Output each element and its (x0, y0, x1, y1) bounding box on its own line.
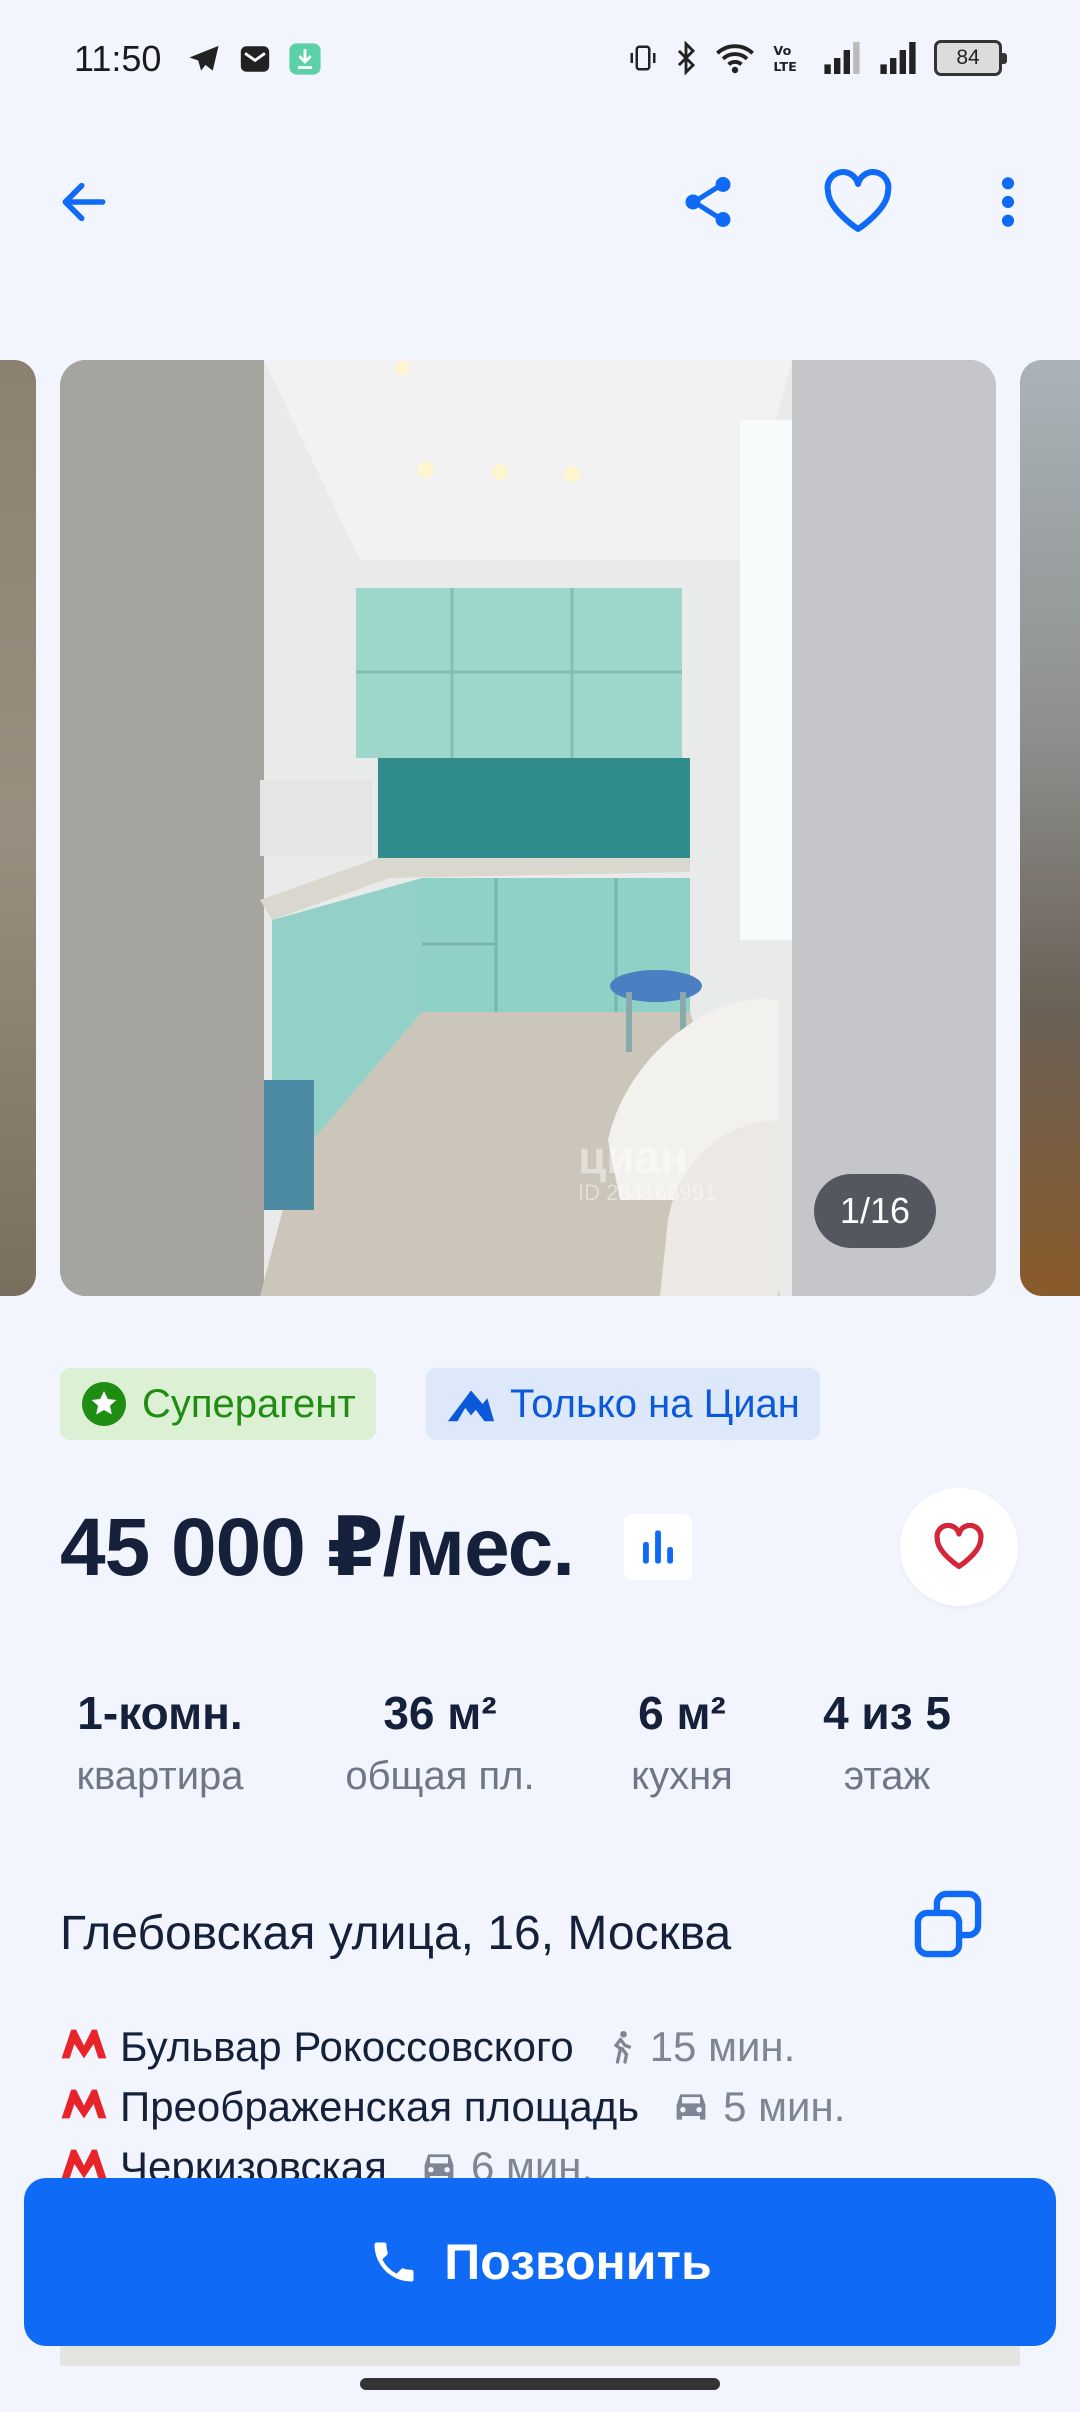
bluetooth-icon (677, 41, 696, 75)
metro-time: 15 мин. (649, 2023, 796, 2070)
share-icon (685, 177, 731, 227)
superagent-badge[interactable]: Суперагент (60, 1368, 376, 1440)
stat-value: 36 м² (383, 1687, 497, 1739)
superagent-label: Суперагент (142, 1381, 356, 1426)
stat-floor: 4 из 5 этаж (800, 1686, 974, 1799)
telegram-icon (189, 45, 219, 71)
mail-icon (240, 46, 270, 72)
status-time: 11:50 (74, 38, 162, 79)
back-arrow-icon (62, 182, 106, 222)
photo-gallery[interactable]: циан ID 284166991 1/16 (0, 360, 1080, 1296)
watermark-id: ID 284166991 (578, 1180, 717, 1205)
status-right-icons: Vo LTE 84 (628, 40, 1007, 76)
stat-kitchen-area: 6 м² кухня (600, 1686, 764, 1799)
back-button[interactable] (48, 166, 120, 238)
metro-station: Бульвар Рокоссовского (120, 2023, 574, 2070)
signal-icon (824, 42, 860, 74)
stat-label: этаж (843, 1754, 931, 1798)
battery-indicator: 84 (934, 40, 1007, 76)
metro-time: 5 мин. (723, 2083, 846, 2130)
favorite-button[interactable] (822, 166, 894, 238)
heart-outline-icon (824, 169, 892, 232)
kitchen-illustration (60, 360, 996, 1296)
only-cian-badge[interactable]: Только на Циан (426, 1368, 820, 1440)
svg-text:LTE: LTE (773, 60, 796, 75)
walk-icon (604, 2027, 640, 2067)
stat-label: квартира (76, 1754, 244, 1798)
copy-icon (914, 1890, 982, 1958)
svg-text:Vo: Vo (773, 44, 791, 59)
download-icon (289, 43, 321, 75)
only-cian-label: Только на Циан (510, 1381, 800, 1426)
next-photo-peek[interactable] (1020, 360, 1080, 1296)
status-left-icons (186, 42, 322, 76)
signal-icon (880, 42, 916, 74)
call-button[interactable]: Позвонить (24, 2178, 1056, 2346)
stat-value: 6 м² (638, 1687, 726, 1739)
volte-icon: VoLTE (773, 44, 796, 75)
listing-photo[interactable]: циан ID 284166991 1/16 (60, 360, 996, 1296)
phone-icon (374, 2242, 414, 2282)
metro-item[interactable]: Бульвар Рокоссовского 15 мин. (60, 2022, 795, 2072)
home-indicator[interactable] (360, 2378, 720, 2390)
metro-station: Преображенская площадь (120, 2083, 640, 2130)
stat-label: кухня (631, 1754, 733, 1798)
heart-outline-icon (934, 1523, 984, 1570)
photo-watermark: циан ID 284166991 (578, 1130, 716, 1206)
more-button[interactable] (972, 166, 1044, 238)
stat-total-area: 36 м² общая пл. (330, 1686, 550, 1799)
share-button[interactable] (672, 166, 744, 238)
stat-rooms: 1-комн. квартира (60, 1686, 260, 1799)
bar-chart-icon (643, 1530, 673, 1564)
price-history-button[interactable] (624, 1514, 692, 1580)
watermark-brand: циан (578, 1131, 688, 1183)
metro-icon (60, 2022, 108, 2072)
metro-item[interactable]: Преображенская площадь 5 мин. (60, 2082, 845, 2132)
listing-address: Глебовская улица, 16, Москва (60, 1907, 732, 1960)
stat-value: 1-комн. (77, 1687, 243, 1739)
stat-label: общая пл. (345, 1754, 535, 1798)
listing-price: 45 000 ₽/мес. (60, 1502, 575, 1593)
photo-counter: 1/16 (813, 1174, 936, 1248)
map-preview (60, 2346, 1020, 2366)
car-icon (669, 2089, 713, 2125)
vibrate-icon (630, 45, 656, 71)
star-badge-icon (82, 1382, 126, 1426)
metro-icon (60, 2082, 108, 2132)
stat-value: 4 из 5 (823, 1687, 951, 1739)
favorite-circle-button[interactable] (900, 1488, 1018, 1606)
previous-photo-peek[interactable] (0, 360, 36, 1296)
cian-home-icon (447, 1390, 495, 1422)
call-button-label: Позвонить (444, 2234, 712, 2290)
wifi-icon (716, 44, 754, 74)
copy-address-button[interactable] (910, 1886, 986, 1962)
more-vert-icon (1001, 177, 1015, 227)
